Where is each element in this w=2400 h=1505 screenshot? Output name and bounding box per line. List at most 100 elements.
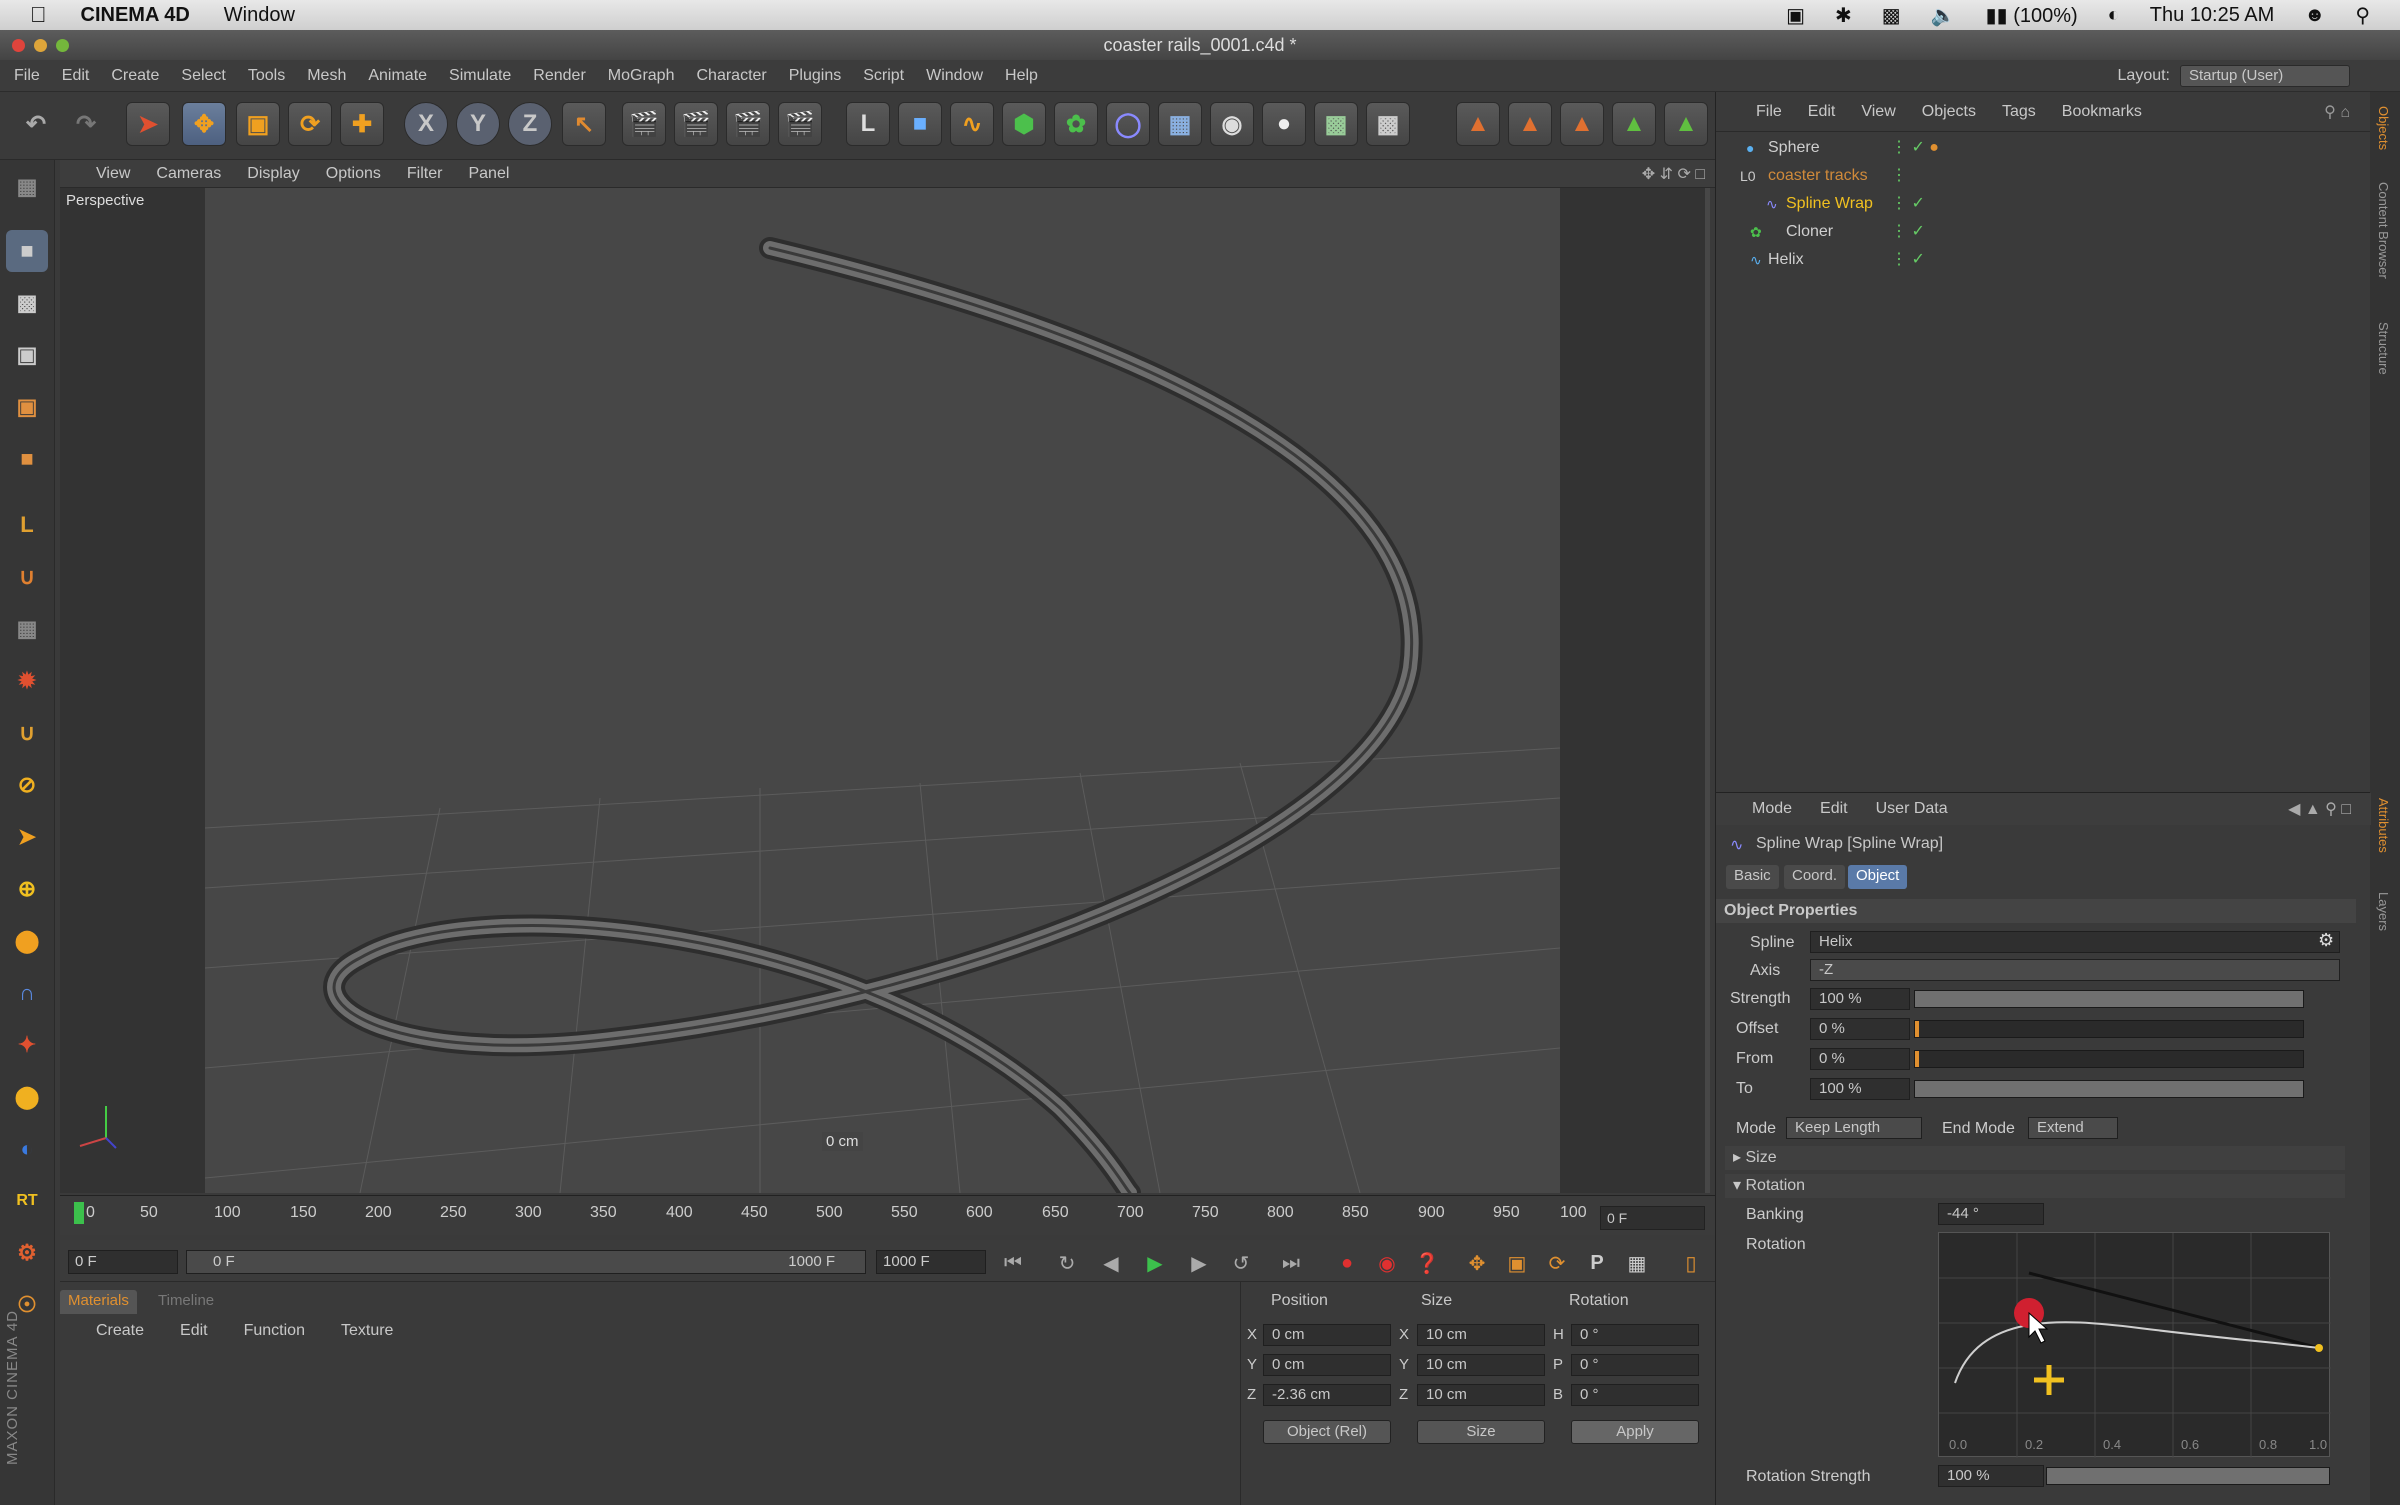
visibility-flags[interactable]: ⋮ ✓	[1891, 218, 1925, 246]
deformer-icon[interactable]: ◯	[1106, 102, 1150, 146]
x-axis-toggle[interactable]: X	[404, 102, 448, 146]
sculpt-icon[interactable]: ✹	[6, 660, 48, 702]
material-icon-1[interactable]: ▩	[1314, 102, 1358, 146]
edit-render-settings-icon[interactable]: 🎬	[726, 102, 770, 146]
menu-tools[interactable]: Tools	[248, 67, 285, 85]
edge-mode-icon[interactable]: ▲	[1508, 102, 1552, 146]
menu-script[interactable]: Script	[863, 67, 904, 85]
render-picture-viewer-icon[interactable]: 🎬	[674, 102, 718, 146]
previous-key-icon[interactable]: ↻	[1050, 1248, 1084, 1278]
rotate-tool-icon[interactable]: ⟳	[288, 102, 332, 146]
grid-icon[interactable]: ▦	[6, 608, 48, 650]
object-row-coaster-tracks[interactable]: L0 coaster tracks ⋮	[1716, 162, 2371, 190]
menu-simulate[interactable]: Simulate	[449, 67, 511, 85]
axis-select[interactable]: -Z	[1810, 959, 2340, 981]
rotation-strength-field[interactable]: 100 %	[1938, 1465, 2044, 1487]
spotlight-search-icon[interactable]: ⚲	[2355, 3, 2370, 28]
size-mode-select[interactable]: Size	[1417, 1420, 1545, 1444]
menu-mesh[interactable]: Mesh	[307, 67, 346, 85]
point-level-key-icon[interactable]: ▦	[1620, 1248, 1654, 1278]
undo-icon[interactable]: ↶	[14, 102, 58, 146]
previous-frame-icon[interactable]: ◀	[1094, 1248, 1128, 1278]
tab-basic[interactable]: Basic	[1726, 865, 1779, 889]
render-view-icon[interactable]: 🎬	[622, 102, 666, 146]
menu-render[interactable]: Render	[533, 67, 585, 85]
snap-icon[interactable]: ∪	[6, 712, 48, 754]
tab-object[interactable]: Object	[1848, 865, 1908, 889]
attribute-menu-mode[interactable]: Mode	[1752, 800, 1792, 818]
viewport-menu-panel[interactable]: Panel	[468, 165, 509, 183]
position-key-icon[interactable]: ✥	[1460, 1248, 1494, 1278]
attribute-menu-user-data[interactable]: User Data	[1876, 800, 1948, 818]
cloner-icon[interactable]: ✿	[1054, 102, 1098, 146]
from-slider[interactable]	[1914, 1050, 2304, 1068]
apple-icon[interactable]: 	[30, 2, 47, 28]
menu-select[interactable]: Select	[181, 67, 225, 85]
magnet-icon[interactable]: ∪	[6, 556, 48, 598]
last-tool-icon[interactable]: ✚	[340, 102, 384, 146]
polygon-mode-icon[interactable]: ▲	[1456, 102, 1500, 146]
material-menu-edit[interactable]: Edit	[180, 1322, 208, 1340]
next-key-icon[interactable]: ↺	[1224, 1248, 1258, 1278]
polygon-tool-icon[interactable]: ■	[6, 438, 48, 480]
floor-icon[interactable]: ▦	[1158, 102, 1202, 146]
model-mode-icon[interactable]: ■	[6, 230, 48, 272]
record-keys-icon[interactable]: ●	[1330, 1248, 1364, 1278]
layout-select[interactable]: Startup (User)	[2180, 64, 2350, 87]
z-axis-toggle[interactable]: Z	[508, 102, 552, 146]
start-frame-field[interactable]: 0 F	[68, 1250, 178, 1274]
to-slider[interactable]	[1914, 1080, 2304, 1098]
battery-indicator[interactable]: ▮▮ (100%)	[1986, 3, 2078, 28]
viewport-menu-display[interactable]: Display	[247, 165, 299, 183]
viewport-menu-options[interactable]: Options	[326, 165, 381, 183]
magnet-tool-icon[interactable]: ∩	[6, 972, 48, 1014]
axis-tool-icon[interactable]: L	[6, 504, 48, 546]
interactive-render-icon[interactable]: RT	[6, 1180, 48, 1222]
tab-timeline[interactable]: Timeline	[150, 1290, 222, 1314]
redo-icon[interactable]: ↷	[64, 102, 108, 146]
close-window-button[interactable]	[12, 39, 25, 52]
object-menu-tags[interactable]: Tags	[2002, 103, 2036, 121]
display-icon[interactable]: ▩	[1882, 3, 1901, 28]
render-settings-icon[interactable]: 🎬	[778, 102, 822, 146]
size-x-field[interactable]: 10 cm	[1417, 1324, 1545, 1346]
volume-icon[interactable]: 🔈	[1931, 3, 1956, 28]
viewport-menu-view[interactable]: View	[96, 165, 130, 183]
visibility-flags[interactable]: ⋮ ✓	[1891, 190, 1925, 218]
autokeying-icon[interactable]: ◉	[1370, 1248, 1404, 1278]
texture-mode-icon[interactable]: ▩	[6, 282, 48, 324]
apply-button[interactable]: Apply	[1571, 1420, 1699, 1444]
rotation-h-field[interactable]: 0 °	[1571, 1324, 1699, 1346]
minimize-window-button[interactable]	[34, 39, 47, 52]
live-selection-tool-icon[interactable]: ➤	[126, 102, 170, 146]
play-icon[interactable]: ▶	[1138, 1248, 1172, 1278]
size-y-field[interactable]: 10 cm	[1417, 1354, 1545, 1376]
visibility-flags[interactable]: ⋮ ✓	[1891, 246, 1925, 274]
object-row-helix[interactable]: ∿ Helix ⋮ ✓	[1716, 246, 2371, 274]
timeline-icon[interactable]: ▯	[1674, 1248, 1708, 1278]
tab-content-browser[interactable]: Content Browser	[2376, 182, 2391, 279]
go-to-end-icon[interactable]: ⏭	[1274, 1248, 1308, 1278]
end-frame-field[interactable]: 1000 F	[876, 1250, 986, 1274]
object-menu-edit[interactable]: Edit	[1808, 103, 1836, 121]
from-field[interactable]: 0 %	[1810, 1048, 1910, 1070]
user-icon[interactable]: ☻	[2304, 4, 2325, 27]
texture-mode-icon[interactable]: ▲	[1664, 102, 1708, 146]
viewport-nav-icons[interactable]: ✥ ⇵ ⟳ □	[1642, 164, 1715, 184]
current-frame-field[interactable]: 0 F	[1600, 1206, 1705, 1230]
visibility-flags[interactable]: ⋮ ✓ ●	[1891, 134, 1939, 162]
tab-materials[interactable]: Materials	[60, 1290, 137, 1314]
window-menu[interactable]: Window	[224, 4, 295, 27]
object-menu-file[interactable]: File	[1756, 103, 1782, 121]
null-object-icon[interactable]: L	[846, 102, 890, 146]
menu-mograph[interactable]: MoGraph	[608, 67, 675, 85]
sphere-tool-icon[interactable]: ⬤	[6, 1076, 48, 1118]
strength-slider[interactable]	[1914, 990, 2304, 1008]
next-frame-icon[interactable]: ▶	[1182, 1248, 1216, 1278]
rotation-spline-graph[interactable]: 0.0 0.2 0.4 0.6 0.8 1.0	[1938, 1232, 2331, 1458]
point-mode-icon[interactable]: ▲	[1560, 102, 1604, 146]
object-menu-bookmarks[interactable]: Bookmarks	[2062, 103, 2142, 121]
tab-structure[interactable]: Structure	[2376, 322, 2391, 375]
mirror-icon[interactable]: ◐	[6, 1128, 48, 1170]
material-icon-2[interactable]: ▩	[1366, 102, 1410, 146]
